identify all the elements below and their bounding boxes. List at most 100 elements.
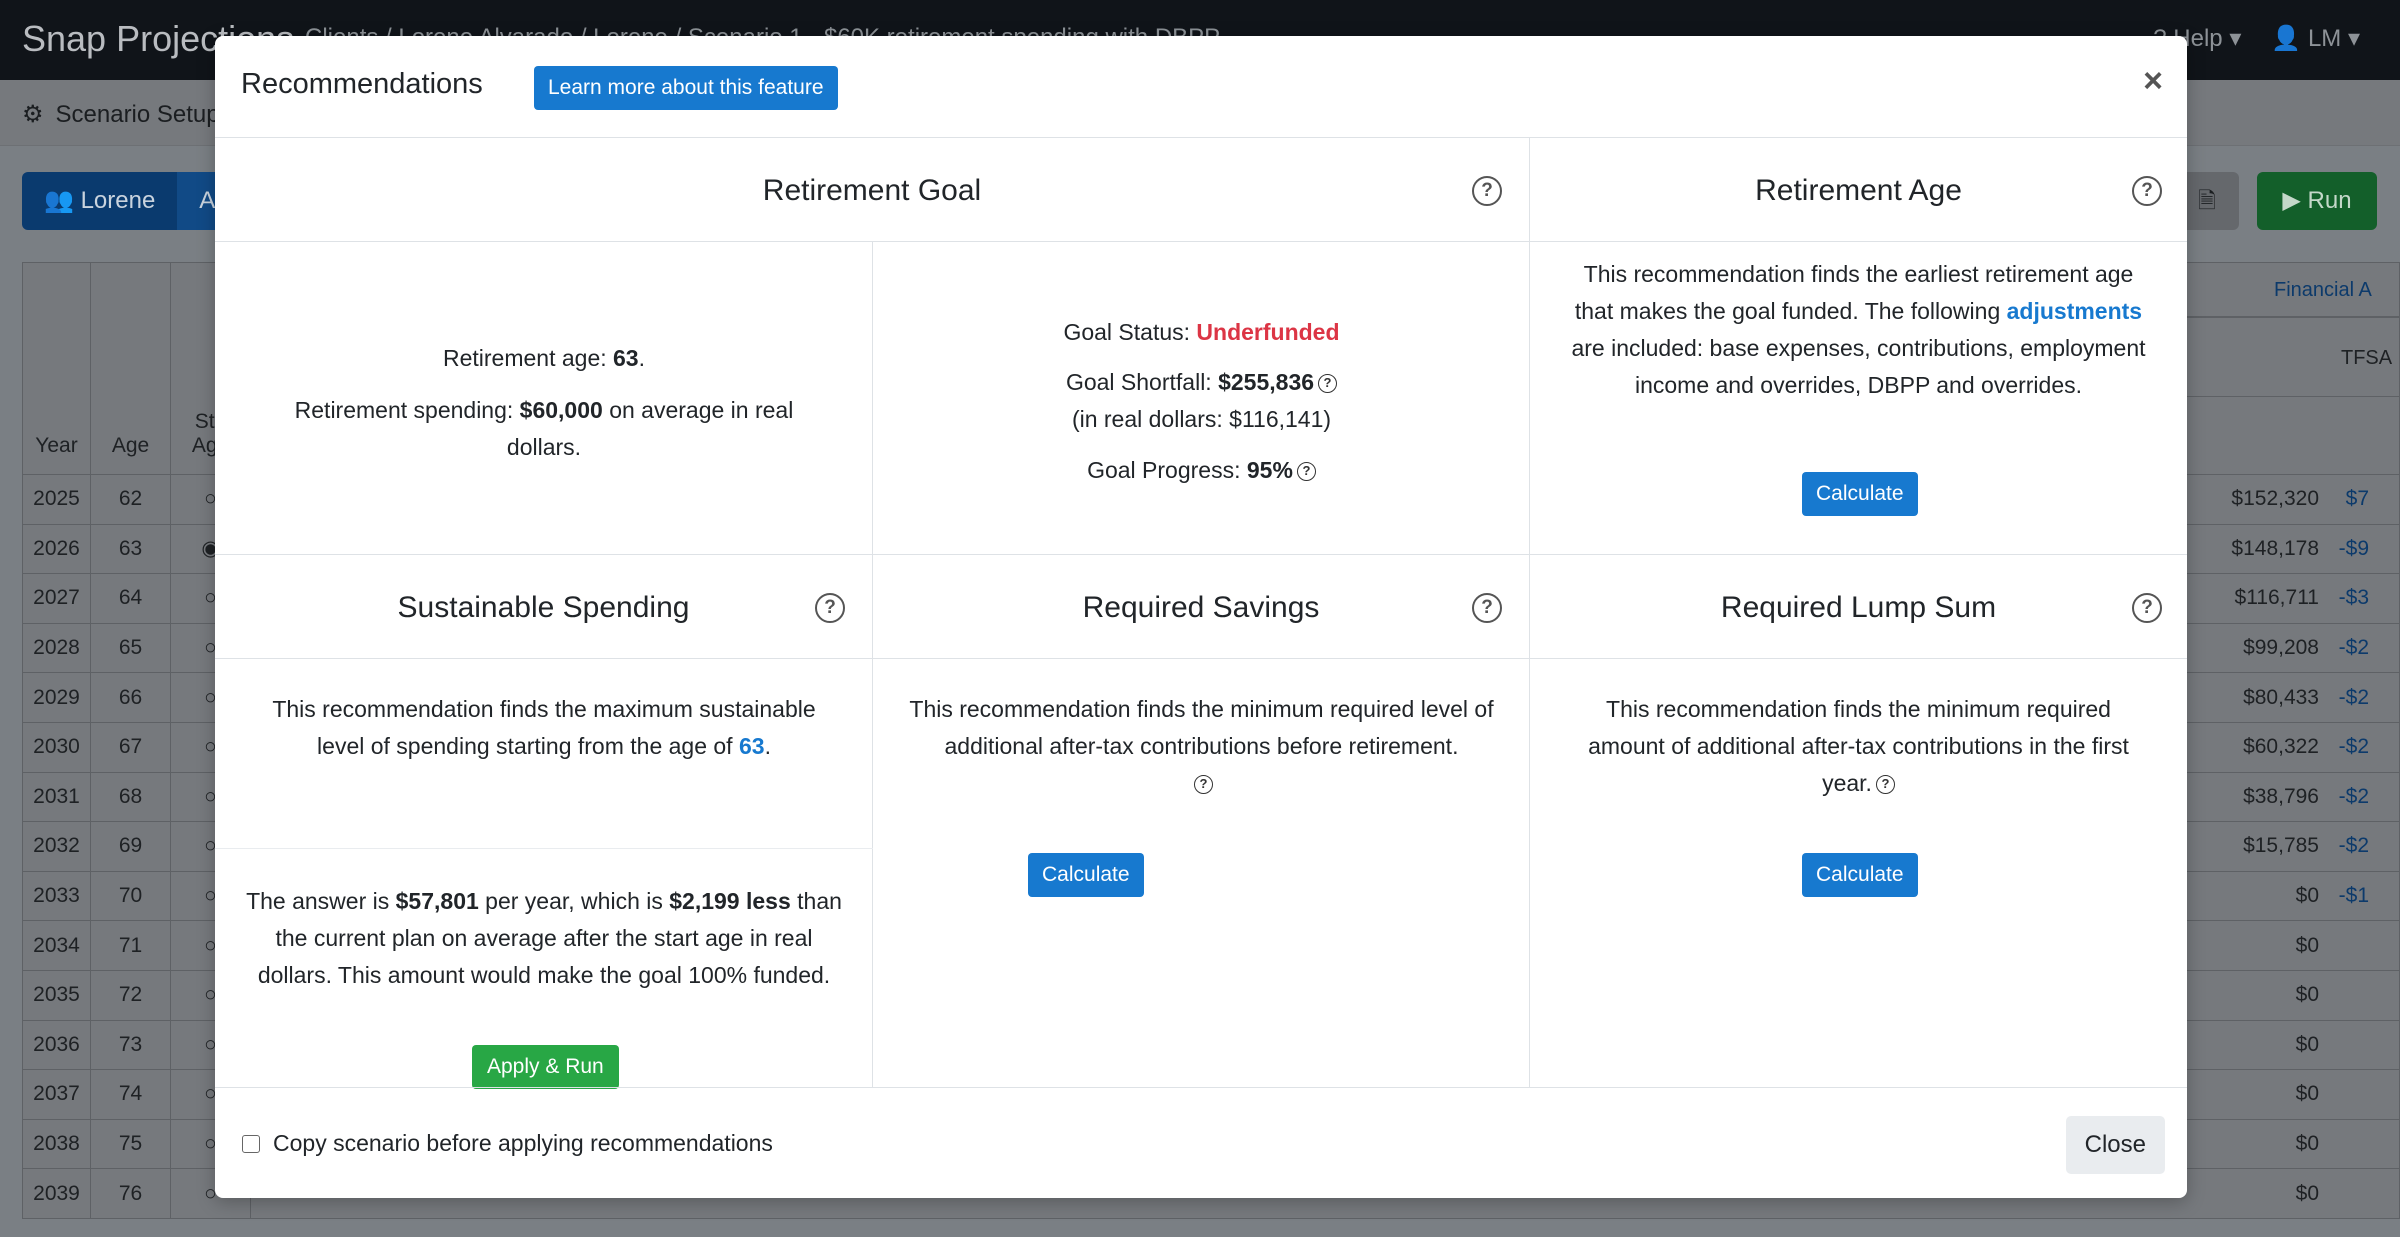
answer-diff: $2,199 less xyxy=(669,888,791,914)
users-icon: 👥 xyxy=(44,187,81,214)
user-menu[interactable]: 👤 LM ▾ xyxy=(2271,24,2360,53)
question-circle-icon[interactable]: ? xyxy=(1296,462,1316,482)
goal-summary-cell: Retirement age: 63. Retirement spending:… xyxy=(215,242,873,555)
required-savings-desc: This recommendation finds the minimum re… xyxy=(909,696,1494,759)
age-cell: 68 xyxy=(90,771,171,823)
close-icon[interactable]: × xyxy=(2143,64,2163,98)
col-age: Age xyxy=(90,262,171,475)
tfsa-contribution-cell: -$2 xyxy=(2338,834,2369,858)
age-cell: 76 xyxy=(90,1168,171,1219)
retirement-age-label: Retirement age: xyxy=(442,345,614,371)
divider xyxy=(215,848,873,849)
tfsa-value-cell: $15,785 xyxy=(2243,834,2319,858)
tfsa-contribution-cell: -$3 xyxy=(2338,586,2369,610)
retirement-age-header: Retirement Age ? xyxy=(1530,138,2187,242)
sustainable-spending-answer: The answer is $57,801 per year, which is… xyxy=(240,883,848,994)
age-cell: 70 xyxy=(90,870,171,922)
adjustments-link[interactable]: adjustments xyxy=(2007,298,2142,324)
file-icon: 🗎 xyxy=(2198,188,2216,213)
tfsa-contribution-cell: -$2 xyxy=(2338,685,2369,709)
user-initials: LM xyxy=(2307,25,2342,52)
question-circle-icon[interactable]: ? xyxy=(2132,593,2162,623)
financial-assets-group: Financial A xyxy=(2185,262,2400,317)
tfsa-contribution-cell: -$1 xyxy=(2338,884,2369,908)
required-lump-sum-cell: This recommendation finds the minimum re… xyxy=(1530,659,2187,1087)
goal-progress-line: Goal Progress: 95%? xyxy=(893,452,1510,489)
tab-label: A xyxy=(199,187,216,214)
sustainable-spending-desc-2: . xyxy=(764,733,771,759)
tfsa-contribution-cell: $7 xyxy=(2345,487,2369,511)
sustainable-spending-header: Sustainable Spending ? xyxy=(215,555,873,659)
sustainable-spending-title: Sustainable Spending xyxy=(397,591,690,624)
goal-status-label: Goal Status: xyxy=(1063,319,1197,345)
user-icon: 👤 xyxy=(2271,25,2308,52)
retirement-spending-line: Retirement spending: $60,000 on average … xyxy=(255,392,833,466)
sustainable-spending-desc-1: This recommendation finds the maximum su… xyxy=(272,696,816,759)
scenario-setup-link[interactable]: ⚙ Scenario Setup xyxy=(22,100,220,129)
goal-status-badge: Underfunded xyxy=(1196,319,1340,345)
required-lump-sum-calculate-button[interactable]: Calculate xyxy=(1802,853,1918,897)
year-cell: 2036 xyxy=(22,1019,91,1071)
copy-scenario-label[interactable]: Copy scenario before applying recommenda… xyxy=(273,1130,773,1157)
age-cell: 62 xyxy=(90,474,171,525)
sustainable-spending-cell: This recommendation finds the maximum su… xyxy=(215,659,873,1089)
tfsa-contribution-cell: -$2 xyxy=(2338,636,2369,660)
age-cell: 69 xyxy=(90,821,171,872)
scenario-setup-label: Scenario Setup xyxy=(55,100,220,128)
retirement-spending-label: Retirement spending: xyxy=(294,397,520,423)
retirement-age-desc-2: are included: base expenses, contributio… xyxy=(1571,335,2146,398)
tfsa-value-cell: $0 xyxy=(2295,1181,2319,1205)
person-tabs: 👥 Lorene A xyxy=(22,172,238,230)
question-circle-icon[interactable]: ? xyxy=(1318,374,1338,394)
learn-more-button[interactable]: Learn more about this feature xyxy=(534,66,838,110)
retirement-goal-title: Retirement Goal xyxy=(762,174,982,207)
tfsa-value-cell: $0 xyxy=(2295,1032,2319,1056)
year-cell: 2033 xyxy=(22,870,91,922)
tfsa-value-cell: $152,320 xyxy=(2231,487,2319,511)
tfsa-group: TFSA xyxy=(2185,317,2400,397)
age-cell: 66 xyxy=(90,672,171,723)
year-cell: 2030 xyxy=(22,721,91,773)
tab-person-lorene[interactable]: 👥 Lorene xyxy=(22,172,178,230)
recommendations-modal: Recommendations Learn more about this fe… xyxy=(215,36,2187,1198)
question-circle-icon[interactable]: ? xyxy=(1472,176,1502,206)
modal-title: Recommendations xyxy=(241,68,483,100)
question-circle-icon[interactable]: ? xyxy=(1194,775,1213,795)
close-button[interactable]: Close xyxy=(2065,1116,2165,1174)
tfsa-value-cell: $0 xyxy=(2295,884,2319,908)
required-savings-calculate-button[interactable]: Calculate xyxy=(1028,853,1144,897)
apply-and-run-button[interactable]: Apply & Run xyxy=(472,1045,619,1089)
question-circle-icon[interactable]: ? xyxy=(815,593,845,623)
tfsa-contribution-cell: -$9 xyxy=(2338,536,2369,560)
answer-text-2: per year, which is xyxy=(478,888,670,914)
goal-shortfall-label: Goal Shortfall: xyxy=(1065,369,1219,395)
question-circle-icon[interactable]: ? xyxy=(1472,593,1502,623)
year-cell: 2028 xyxy=(22,622,91,674)
answer-text-1: The answer is xyxy=(246,888,396,914)
required-lump-sum-desc: This recommendation finds the minimum re… xyxy=(1588,696,2129,796)
goal-shortfall-line: Goal Shortfall: $255,836? (in real dolla… xyxy=(893,364,1510,438)
question-circle-icon[interactable]: ? xyxy=(2132,176,2162,206)
goal-status-cell: Goal Status: Underfunded Goal Shortfall:… xyxy=(873,242,1530,555)
year-cell: 2039 xyxy=(22,1168,91,1219)
tab-label: Lorene xyxy=(80,187,156,214)
retirement-age-cell: This recommendation finds the earliest r… xyxy=(1530,242,2187,555)
retirement-age-value: 63 xyxy=(613,345,639,371)
play-icon: ▶ xyxy=(2282,187,2308,214)
year-cell: 2025 xyxy=(22,474,91,525)
modal-footer: Copy scenario before applying recommenda… xyxy=(215,1087,2187,1198)
goal-progress-label: Goal Progress: xyxy=(1087,457,1247,483)
goal-shortfall-value: $255,836 xyxy=(1218,369,1315,395)
age-cell: 63 xyxy=(90,523,171,575)
copy-scenario-checkbox[interactable] xyxy=(242,1135,260,1153)
tfsa-contribution-cell: -$2 xyxy=(2338,735,2369,759)
question-circle-icon[interactable]: ? xyxy=(1875,775,1895,795)
run-button[interactable]: ▶ Run xyxy=(2257,172,2377,230)
age-cell: 73 xyxy=(90,1019,171,1071)
tfsa-value-cell: $148,178 xyxy=(2231,536,2319,560)
goal-status-line: Goal Status: Underfunded xyxy=(893,314,1510,351)
retirement-age-calculate-button[interactable]: Calculate xyxy=(1802,472,1918,516)
year-cell: 2029 xyxy=(22,672,91,723)
required-lump-sum-header: Required Lump Sum ? xyxy=(1530,555,2187,659)
start-age-link[interactable]: 63 xyxy=(739,733,765,759)
